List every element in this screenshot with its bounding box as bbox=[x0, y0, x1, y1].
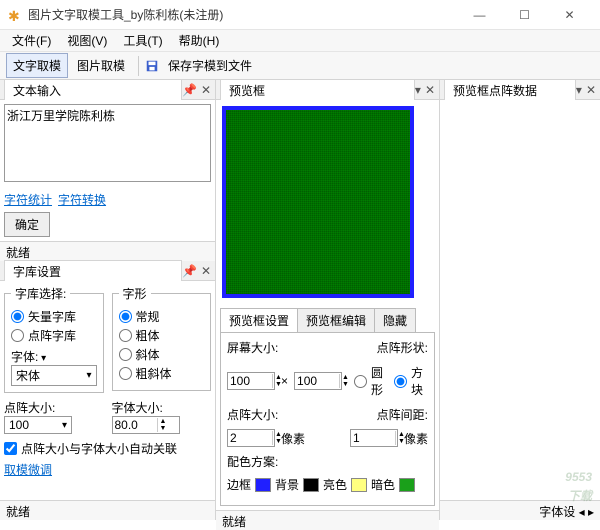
vector-font-radio[interactable]: 矢量字库 bbox=[11, 308, 97, 325]
shape-circle-radio[interactable]: 圆形 bbox=[354, 364, 388, 398]
screen-size-label: 屏幕大小: bbox=[227, 339, 278, 356]
shape-square-radio[interactable]: 方块 bbox=[394, 364, 428, 398]
glyph-legend: 字形 bbox=[119, 285, 151, 302]
left-status-1: 就绪 bbox=[0, 241, 215, 261]
chevron-right-icon[interactable]: ▸ bbox=[588, 505, 594, 519]
dot-size-label: 点阵大小: bbox=[4, 399, 104, 416]
menu-bar: 文件(F) 视图(V) 工具(T) 帮助(H) bbox=[0, 30, 600, 52]
char-conv-link[interactable]: 字符转换 bbox=[58, 191, 106, 208]
confirm-button[interactable]: 确定 bbox=[4, 212, 50, 237]
preview-panel-header: 预览框 ▾ ✕ bbox=[216, 80, 439, 100]
text-input-title: 文本输入 bbox=[4, 79, 182, 101]
glyph-regular-radio[interactable]: 常规 bbox=[119, 308, 205, 325]
font-label: 字体: bbox=[11, 350, 38, 364]
gap-spinner[interactable]: ▲▼ bbox=[350, 429, 398, 447]
text-mode-button[interactable]: 文字取模 bbox=[6, 53, 68, 78]
save-font-button[interactable]: 保存字模到文件 bbox=[161, 53, 259, 78]
title-bar: ✱ 图片文字取模工具_by陈利栋(未注册) — ☐ ✕ bbox=[0, 0, 600, 30]
font-size-label: 字体大小: bbox=[112, 399, 212, 416]
font-setting-panel-header: 字库设置 📌 ✕ bbox=[0, 261, 215, 281]
multiply-icon: × bbox=[281, 374, 288, 388]
menu-help[interactable]: 帮助(H) bbox=[171, 30, 228, 51]
autolink-checkbox[interactable]: 点阵大小与字体大小自动关联 bbox=[4, 440, 211, 457]
right-title: 预览框点阵数据 bbox=[444, 79, 576, 101]
font-value: 宋体 bbox=[16, 367, 86, 384]
close-button[interactable]: ✕ bbox=[547, 1, 592, 29]
close-panel-icon[interactable]: ✕ bbox=[201, 264, 211, 278]
close-panel-icon[interactable]: ✕ bbox=[425, 83, 435, 97]
toolbar-separator bbox=[138, 56, 139, 76]
dark-swatch[interactable] bbox=[399, 478, 415, 492]
shape-label: 点阵形状: bbox=[377, 339, 428, 356]
right-status-tab[interactable]: 字体设 bbox=[539, 505, 575, 519]
screen-h-spinner[interactable]: ▲▼ bbox=[294, 372, 342, 390]
preview-canvas bbox=[222, 106, 414, 298]
gap-label: 点阵间距: bbox=[377, 406, 428, 423]
screen-w-spinner[interactable]: ▲▼ bbox=[227, 372, 275, 390]
tab-preview-setting[interactable]: 预览框设置 bbox=[220, 308, 298, 332]
chevron-left-icon[interactable]: ◂ bbox=[579, 505, 585, 519]
mid-status: 就绪 bbox=[216, 510, 439, 530]
spin-down-icon[interactable]: ▼ bbox=[158, 425, 169, 432]
char-stat-link[interactable]: 字符统计 bbox=[4, 191, 52, 208]
glyph-bolditalic-radio[interactable]: 粗斜体 bbox=[119, 365, 205, 382]
bright-label: 亮色 bbox=[323, 476, 347, 493]
glyph-group: 字形 常规 粗体 斜体 粗斜体 bbox=[112, 285, 212, 391]
font-setting-title: 字库设置 bbox=[4, 260, 182, 282]
pt-size-label: 点阵大小: bbox=[227, 406, 278, 423]
border-label: 边框 bbox=[227, 476, 251, 493]
text-input[interactable]: 浙江万里学院陈利栋 bbox=[4, 104, 211, 182]
font-size-spinner[interactable]: ▲▼ bbox=[112, 416, 180, 434]
spin-up-icon[interactable]: ▲ bbox=[158, 418, 169, 425]
pin-icon[interactable]: 📌 bbox=[182, 83, 197, 97]
font-select-legend: 字库选择: bbox=[11, 285, 70, 302]
dot-font-radio[interactable]: 点阵字库 bbox=[11, 327, 97, 344]
dropdown-icon[interactable]: ▾ bbox=[415, 83, 421, 97]
pixel-label-1: 像素 bbox=[281, 430, 305, 447]
bg-swatch[interactable] bbox=[303, 478, 319, 492]
window-title: 图片文字取模工具_by陈利栋(未注册) bbox=[28, 6, 457, 23]
app-icon: ✱ bbox=[8, 8, 22, 22]
font-select-group: 字库选择: 矢量字库 点阵字库 字体: ▾ 宋体 ▾ bbox=[4, 285, 104, 393]
left-status-2: 就绪 bbox=[0, 500, 215, 520]
chevron-down-icon[interactable]: ▾ bbox=[38, 353, 46, 364]
font-size-value[interactable] bbox=[113, 417, 157, 433]
glyph-italic-radio[interactable]: 斜体 bbox=[119, 346, 205, 363]
dark-label: 暗色 bbox=[371, 476, 395, 493]
scheme-label: 配色方案: bbox=[227, 453, 278, 470]
border-swatch[interactable] bbox=[255, 478, 271, 492]
dropdown-icon[interactable]: ▾ bbox=[576, 83, 582, 97]
toolbar: 文字取模 图片取模 保存字模到文件 bbox=[0, 52, 600, 80]
close-panel-icon[interactable]: ✕ bbox=[586, 83, 596, 97]
dot-data-output bbox=[440, 100, 600, 500]
glyph-bold-radio[interactable]: 粗体 bbox=[119, 327, 205, 344]
preview-title: 预览框 bbox=[220, 79, 415, 101]
image-mode-button[interactable]: 图片取模 bbox=[70, 53, 132, 78]
maximize-button[interactable]: ☐ bbox=[502, 1, 547, 29]
bright-swatch[interactable] bbox=[351, 478, 367, 492]
minimize-button[interactable]: — bbox=[457, 1, 502, 29]
menu-file[interactable]: 文件(F) bbox=[4, 30, 59, 51]
bg-label: 背景 bbox=[275, 476, 299, 493]
pt-size-spinner[interactable]: ▲▼ bbox=[227, 429, 275, 447]
menu-tool[interactable]: 工具(T) bbox=[115, 30, 170, 51]
dot-size-combo[interactable]: 100 ▾ bbox=[4, 416, 72, 434]
right-panel-header: 预览框点阵数据 ▾ ✕ bbox=[440, 80, 600, 100]
dot-size-value: 100 bbox=[9, 418, 62, 432]
chevron-down-icon: ▾ bbox=[62, 420, 67, 431]
close-panel-icon[interactable]: ✕ bbox=[201, 83, 211, 97]
chevron-down-icon: ▾ bbox=[86, 370, 91, 381]
font-combo[interactable]: 宋体 ▾ bbox=[11, 365, 97, 386]
fine-tune-link[interactable]: 取模微调 bbox=[4, 463, 52, 477]
menu-view[interactable]: 视图(V) bbox=[59, 30, 115, 51]
text-input-panel-header: 文本输入 📌 ✕ bbox=[0, 80, 215, 100]
pixel-label-2: 像素 bbox=[404, 430, 428, 447]
tab-preview-edit[interactable]: 预览框编辑 bbox=[297, 308, 375, 332]
tab-hide[interactable]: 隐藏 bbox=[374, 308, 416, 332]
pin-icon[interactable]: 📌 bbox=[182, 264, 197, 278]
save-icon bbox=[145, 58, 159, 73]
